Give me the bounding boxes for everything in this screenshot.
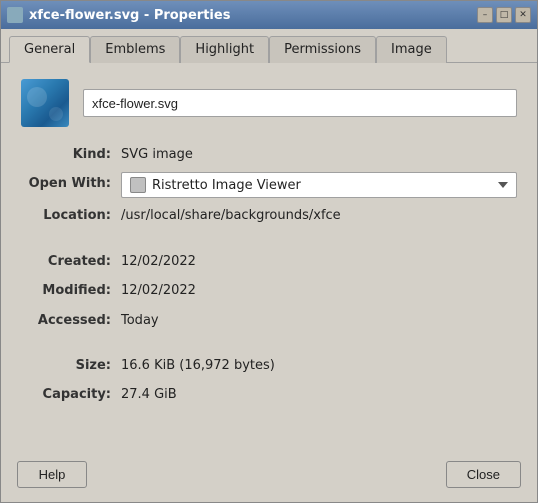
tab-emblems[interactable]: Emblems	[90, 36, 180, 63]
kind-value: SVG image	[121, 143, 517, 166]
size-label: Size:	[21, 354, 121, 377]
created-label: Created:	[21, 250, 121, 273]
properties-window: xfce-flower.svg - Properties – □ ✕ Gener…	[0, 0, 538, 503]
file-thumbnail	[21, 79, 69, 127]
minimize-button[interactable]: –	[477, 7, 493, 23]
titlebar: xfce-flower.svg - Properties – □ ✕	[1, 1, 537, 29]
location-label: Location:	[21, 204, 121, 227]
separator-2	[21, 342, 517, 354]
size-grid: Size: 16.6 KiB (16,972 bytes) Capacity: …	[21, 354, 517, 407]
tab-highlight[interactable]: Highlight	[180, 36, 269, 63]
capacity-label: Capacity:	[21, 383, 121, 406]
file-header	[21, 79, 517, 127]
open-with-label: Open With:	[21, 172, 121, 198]
open-with-select[interactable]: Ristretto Image Viewer	[121, 172, 517, 198]
dropdown-arrow-icon	[498, 182, 508, 188]
tab-image[interactable]: Image	[376, 36, 447, 63]
maximize-button[interactable]: □	[496, 7, 512, 23]
dates-grid: Created: 12/02/2022 Modified: 12/02/2022…	[21, 250, 517, 332]
filename-input[interactable]	[83, 89, 517, 117]
close-button[interactable]: ✕	[515, 7, 531, 23]
app-icon	[130, 177, 146, 193]
kind-label: Kind:	[21, 143, 121, 166]
content-area: Kind: SVG image Open With: Ristretto Ima…	[1, 63, 537, 451]
size-value: 16.6 KiB (16,972 bytes)	[121, 354, 517, 377]
accessed-label: Accessed:	[21, 309, 121, 332]
tab-general[interactable]: General	[9, 36, 90, 63]
open-with-row: Ristretto Image Viewer	[121, 172, 517, 198]
modified-label: Modified:	[21, 279, 121, 302]
tab-permissions[interactable]: Permissions	[269, 36, 376, 63]
close-button[interactable]: Close	[446, 461, 521, 488]
footer: Help Close	[1, 451, 537, 502]
tabs-bar: General Emblems Highlight Permissions Im…	[1, 29, 537, 63]
help-button[interactable]: Help	[17, 461, 87, 488]
separator-1	[21, 238, 517, 250]
location-value: /usr/local/share/backgrounds/xfce	[121, 204, 517, 227]
titlebar-app-icon	[7, 7, 23, 23]
accessed-value: Today	[121, 309, 517, 332]
properties-grid: Kind: SVG image Open With: Ristretto Ima…	[21, 143, 517, 228]
window-title: xfce-flower.svg - Properties	[29, 8, 230, 23]
capacity-value: 27.4 GiB	[121, 383, 517, 406]
titlebar-left: xfce-flower.svg - Properties	[7, 7, 230, 23]
window-controls: – □ ✕	[477, 7, 531, 23]
created-value: 12/02/2022	[121, 250, 517, 273]
modified-value: 12/02/2022	[121, 279, 517, 302]
open-with-value: Ristretto Image Viewer	[152, 178, 301, 193]
